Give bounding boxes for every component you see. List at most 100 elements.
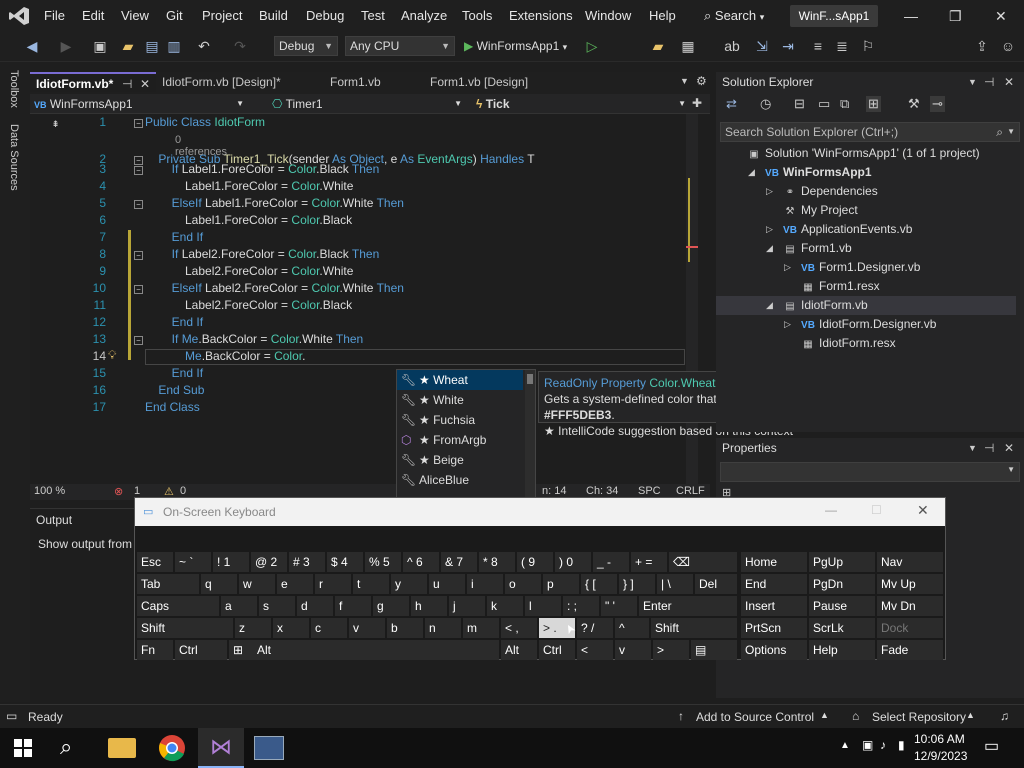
osk-nav-key[interactable]: PgDn: [809, 574, 875, 594]
menu-window[interactable]: Window: [585, 8, 631, 23]
osk-nav-key[interactable]: Nav: [877, 552, 943, 572]
osk-key[interactable]: w: [239, 574, 275, 594]
chrome-icon[interactable]: [158, 734, 186, 762]
collapse-icon[interactable]: −: [134, 200, 143, 209]
osk-key[interactable]: # 3: [289, 552, 325, 572]
spell-check-icon[interactable]: ab: [724, 38, 740, 54]
solution-platform-select[interactable]: Any CPU ▼: [345, 36, 455, 56]
search-button[interactable]: ⌕ Search ▾: [704, 8, 764, 24]
osk-key[interactable]: k: [487, 596, 523, 616]
collapse-icon[interactable]: −: [134, 251, 143, 260]
tree-item[interactable]: ⚒ My Project: [716, 201, 1016, 220]
chevron-down-icon[interactable]: ▼: [968, 77, 977, 87]
collapse-icon[interactable]: −: [134, 166, 143, 175]
battery-icon[interactable]: ▮: [898, 738, 905, 752]
menu-tools[interactable]: Tools: [462, 8, 492, 23]
osk-key[interactable]: Fn: [137, 640, 173, 660]
minimize-icon[interactable]: —: [825, 503, 837, 517]
tab-idiotform-vb[interactable]: IdiotForm.vb* ⊣ ✕: [30, 72, 156, 92]
osk-key[interactable]: p: [543, 574, 579, 594]
menu-edit[interactable]: Edit: [82, 8, 104, 23]
osk-key[interactable]: m: [463, 618, 499, 638]
osk-key[interactable]: & 7: [441, 552, 477, 572]
osk-key[interactable]: o: [505, 574, 541, 594]
pin-icon[interactable]: ⊣: [984, 75, 994, 89]
expanded-icon[interactable]: ◢: [766, 239, 773, 258]
osk-key[interactable]: ~ `: [175, 552, 211, 572]
tab-overflow-icon[interactable]: ▼: [680, 76, 689, 86]
osk-key[interactable]: < ,: [501, 618, 537, 638]
on-screen-keyboard-taskbar-icon[interactable]: [254, 736, 284, 760]
osk-nav-key[interactable]: Home: [741, 552, 807, 572]
completion-item[interactable]: 🔧︎ ★ Wheat: [397, 370, 523, 390]
pending-changes-icon[interactable]: ⊸: [930, 96, 945, 112]
codelens-references[interactable]: 0 references: [175, 134, 227, 158]
windows-start-icon[interactable]: [14, 739, 32, 757]
osk-key[interactable]: ! 1: [213, 552, 249, 572]
menu-help[interactable]: Help: [649, 8, 676, 23]
osk-key[interactable]: [291, 640, 499, 660]
error-count[interactable]: 1: [134, 485, 140, 497]
menu-project[interactable]: Project: [202, 8, 242, 23]
completion-item[interactable]: 🔧︎ ★ Beige: [397, 450, 523, 470]
osk-key[interactable]: Shift: [137, 618, 233, 638]
notifications-bell-icon[interactable]: ♫: [1000, 709, 1009, 723]
osk-key[interactable]: % 5: [365, 552, 401, 572]
osk-key[interactable]: r: [315, 574, 351, 594]
osk-key[interactable]: Ctrl: [175, 640, 227, 660]
scroll-thumb[interactable]: [527, 374, 533, 384]
osk-key[interactable]: : ;: [563, 596, 599, 616]
osk-key[interactable]: v: [615, 640, 651, 660]
code-line[interactable]: End Class: [145, 400, 200, 414]
osk-key[interactable]: b: [387, 618, 423, 638]
menu-extensions[interactable]: Extensions: [509, 8, 573, 23]
pin-icon[interactable]: ⊣: [984, 441, 994, 455]
menu-test[interactable]: Test: [361, 8, 385, 23]
sync-icon[interactable]: ⇄: [726, 96, 737, 112]
osk-key[interactable]: ? /: [577, 618, 613, 638]
osk-nav-key[interactable]: Mv Up: [877, 574, 943, 594]
split-editor-icon[interactable]: ✚: [692, 96, 702, 110]
tree-item[interactable]: ▷ VB ApplicationEvents.vb: [716, 220, 1016, 239]
osk-key[interactable]: a: [221, 596, 257, 616]
close-icon[interactable]: ✕: [140, 74, 150, 94]
collapse-icon[interactable]: −: [134, 336, 143, 345]
code-line[interactable]: ElseIf Label2.ForeColor = Color.White Th…: [145, 281, 404, 295]
spacing-mode[interactable]: SPC: [638, 485, 661, 497]
feedback-icon[interactable]: ☺: [1000, 38, 1016, 54]
save-icon[interactable]: ▤: [144, 38, 160, 54]
live-share-icon[interactable]: ⇪: [974, 38, 990, 54]
tree-item[interactable]: ▷ VB IdiotForm.Designer.vb: [716, 315, 1016, 334]
properties-object-select[interactable]: ▼: [720, 462, 1020, 482]
tree-item[interactable]: ◢ ▤ IdiotForm.vb: [716, 296, 1016, 315]
collapse-all-icon[interactable]: ⊟: [794, 96, 805, 112]
error-icon[interactable]: ⊗: [114, 485, 123, 498]
osk-key[interactable]: + =: [631, 552, 667, 572]
osk-key[interactable]: <: [577, 640, 613, 660]
lightbulb-icon[interactable]: 💡︎: [108, 348, 116, 363]
osk-key[interactable]: ( 9: [517, 552, 553, 572]
completion-scrollbar[interactable]: [525, 370, 535, 498]
osk-nav-key[interactable]: ScrLk: [809, 618, 875, 638]
tree-item[interactable]: ▦ Form1.resx: [716, 277, 1016, 296]
code-line[interactable]: End If: [145, 315, 203, 329]
preview-icon[interactable]: ⊞: [866, 96, 881, 112]
solution-configuration-select[interactable]: Debug ▼: [274, 36, 338, 56]
menu-file[interactable]: File: [44, 8, 65, 23]
member-dropdown[interactable]: ϟ Tick ▼: [476, 95, 688, 113]
comment-icon[interactable]: ≡: [810, 38, 826, 54]
code-line[interactable]: Label1.ForeColor = Color.White: [145, 179, 353, 193]
tree-item[interactable]: ▦ IdiotForm.resx: [716, 334, 1016, 353]
collapse-icon[interactable]: −: [134, 285, 143, 294]
osk-key[interactable]: g: [373, 596, 409, 616]
osk-key[interactable]: x: [273, 618, 309, 638]
code-line[interactable]: Label2.ForeColor = Color.Black: [145, 298, 352, 312]
osk-key[interactable]: Tab: [137, 574, 199, 594]
osk-key[interactable]: " ': [601, 596, 637, 616]
osk-key[interactable]: q: [201, 574, 237, 594]
osk-key[interactable]: t: [353, 574, 389, 594]
completion-item[interactable]: ⬡ ★ FromArgb: [397, 430, 523, 450]
visual-studio-taskbar-button[interactable]: ⋈: [198, 728, 244, 768]
code-line[interactable]: Label2.ForeColor = Color.White: [145, 264, 353, 278]
osk-nav-key[interactable]: Options: [741, 640, 807, 660]
